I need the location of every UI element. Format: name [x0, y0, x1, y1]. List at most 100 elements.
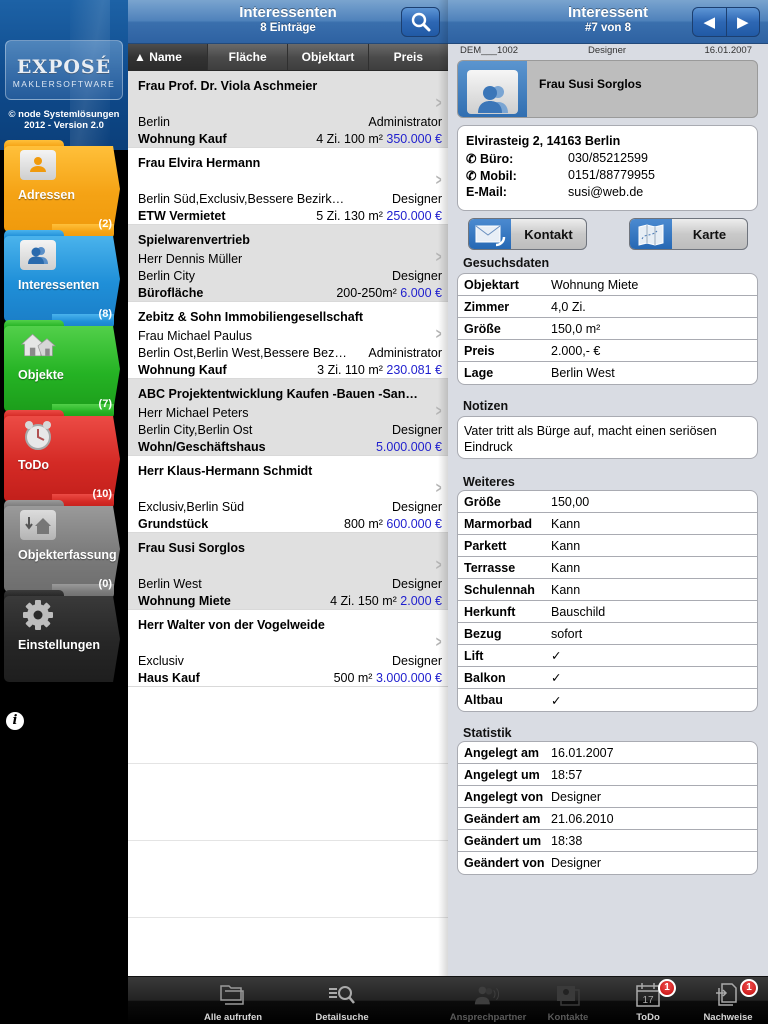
- list-item[interactable]: Frau Susi Sorglos Berlin West Designer Wohn…: [128, 533, 448, 610]
- interessenten-list-panel: Interessenten 8 Einträge ▲ Name Fläche O…: [128, 0, 448, 976]
- contact-label-text: Büro:: [479, 152, 514, 166]
- sort-flaeche-button[interactable]: Fläche: [208, 44, 289, 70]
- field-label: Größe: [464, 321, 501, 336]
- sidebar-item-todo[interactable]: ToDo (10): [4, 410, 126, 508]
- sidebar-item-einstellungen[interactable]: Einstellungen: [4, 590, 126, 688]
- field-value: Bauschild: [551, 604, 606, 619]
- weiteres-row: Parkett Kann: [458, 535, 757, 557]
- list-item-title: Frau Susi Sorglos: [138, 541, 245, 555]
- field-value: 21.06.2010: [551, 811, 614, 826]
- tab-alle-aufrufen[interactable]: Alle aufrufen: [188, 977, 278, 1024]
- list-item-type: Bürofläche: [138, 286, 204, 300]
- weiteres-row: Altbau ✓: [458, 689, 757, 711]
- address: Elvirasteig 2, 14163 Berlin: [466, 134, 621, 148]
- list-item[interactable]: ABC Projektentwicklung Kaufen -Bauen -Sa…: [128, 379, 448, 456]
- contact-value[interactable]: susi@web.de: [568, 185, 643, 202]
- sidebar-item-adressen[interactable]: Adressen (2): [4, 140, 126, 238]
- field-value: 2.000,- €: [551, 343, 601, 358]
- logo-subtitle: MAKLERSOFTWARE: [12, 79, 116, 89]
- sort-objektart-button[interactable]: Objektart: [288, 44, 369, 70]
- field-label: Herkunft: [464, 604, 516, 619]
- copyright-line-1: © node Systemlösungen: [8, 109, 120, 120]
- record-navigation: ◀ ▶: [692, 7, 760, 37]
- list-item[interactable]: Zebitz & Sohn Immobiliengesellschaft Frau…: [128, 302, 448, 379]
- app-logo: EXPOSÉ MAKLERSOFTWARE: [5, 40, 123, 100]
- sidebar-item-objekterfassung[interactable]: Objekterfassung (0): [4, 500, 126, 598]
- people-icon: [467, 70, 518, 114]
- address-card-icon: [20, 150, 56, 180]
- map-icon: [630, 219, 672, 249]
- list-item-user: Designer: [391, 423, 442, 437]
- list-item-type: ETW Vermietet: [138, 209, 226, 223]
- field-value: Kann: [551, 516, 581, 531]
- next-record-button[interactable]: ▶: [727, 8, 760, 36]
- list-item-type: Wohnung Kauf: [138, 363, 227, 377]
- sidebar-item-label: Objekte: [18, 368, 64, 382]
- contact-button-label: Kontakt: [524, 227, 573, 242]
- weiteres-row: Größe 150,00: [458, 491, 757, 513]
- list-item[interactable]: Herr Klaus-Hermann Schmidt Exclusiv,Berli…: [128, 456, 448, 533]
- tab-detailsuche[interactable]: Detailsuche: [297, 977, 387, 1024]
- contact-line: ✆ Büro: 030/85212599: [466, 151, 749, 168]
- houses-icon: [20, 330, 56, 360]
- list-item-title: Herr Klaus-Hermann Schmidt: [138, 464, 313, 478]
- field-label: Geändert um: [464, 833, 542, 848]
- gesuch-row: Objektart Wohnung Miete: [458, 274, 757, 296]
- list-item-specs: 3 Zi. 110 m²: [317, 363, 383, 377]
- notes-field[interactable]: Vater tritt als Bürge auf, macht einen s…: [457, 416, 758, 459]
- record-meta: DEM___1002 Designer 16.01.2007: [448, 44, 768, 60]
- contact-list: ✆ Büro: 030/85212599 ✆ Mobil: 0151/88779955…: [466, 151, 749, 202]
- sidebar-item-interessenten[interactable]: Interessenten (8): [4, 230, 126, 328]
- field-label: Größe: [464, 494, 501, 509]
- field-value: Wohnung Miete: [551, 277, 639, 292]
- tab-todo[interactable]: 17 1 ToDo: [603, 977, 693, 1024]
- list-item[interactable]: Spielwarenvertrieb Herr Dennis Müller Berl…: [128, 225, 448, 302]
- sort-preis-button[interactable]: Preis: [369, 44, 448, 70]
- person-name: Frau Susi Sorglos: [539, 77, 642, 91]
- list-item-area: Berlin West: [138, 577, 202, 591]
- list-item-title: Herr Walter von der Vogelweide: [138, 618, 325, 632]
- weiteres-row: Lift ✓: [458, 645, 757, 667]
- field-label: Objektart: [464, 277, 519, 292]
- contact-value[interactable]: 030/85212599: [568, 151, 648, 168]
- gesuch-row: Lage Berlin West: [458, 362, 757, 384]
- field-label: Terrasse: [464, 560, 516, 575]
- contact-button[interactable]: Kontakt: [468, 218, 587, 250]
- tab-label: Alle aufrufen: [203, 1012, 263, 1023]
- sidebar-item-label: Interessenten: [18, 278, 100, 292]
- list-item[interactable]: Frau Prof. Dr. Viola Aschmeier Berlin Admi…: [128, 71, 448, 148]
- interessent-detail-panel: Interessent #7 von 8 ◀ ▶ DEM___1002 Desi…: [448, 0, 768, 976]
- tab-label: Detailsuche: [315, 1012, 369, 1023]
- statistik-heading: Statistik: [463, 726, 512, 740]
- sort-name-button[interactable]: ▲ Name: [128, 44, 208, 70]
- list-item-title: Frau Elvira Hermann: [138, 156, 261, 170]
- field-value: sofort: [551, 626, 583, 641]
- list-item-contact: Herr Michael Peters: [138, 406, 249, 420]
- list-item-user: Designer: [391, 500, 442, 514]
- list-item-price: 6.000 €: [400, 286, 442, 300]
- previous-record-button[interactable]: ◀: [693, 8, 727, 36]
- field-label: Preis: [464, 343, 495, 358]
- detail-navbar: Interessent #7 von 8 ◀ ▶: [448, 0, 768, 44]
- contact-value[interactable]: 0151/88779955: [568, 168, 655, 185]
- contact-persons-icon: [473, 981, 503, 1009]
- list-item[interactable]: Frau Elvira Hermann Berlin Süd,Exclusiv,B…: [128, 148, 448, 225]
- list-item[interactable]: Herr Walter von der Vogelweide Exclusiv De…: [128, 610, 448, 687]
- list-item-area: Exclusiv: [138, 654, 184, 668]
- sidebar-item-count: (7): [98, 398, 112, 410]
- tab-nachweise[interactable]: 1 Nachweise: [683, 977, 768, 1024]
- map-button[interactable]: Karte: [629, 218, 748, 250]
- tab-label: Nachweise: [703, 1012, 753, 1023]
- list-item-title: Spielwarenvertrieb: [138, 233, 250, 247]
- tab-kontakte: Kontakte: [523, 977, 613, 1024]
- gesuch-row: Größe 150,0 m²: [458, 318, 757, 340]
- field-label: Geändert von: [464, 856, 545, 870]
- statistik-table: Angelegt am 16.01.2007 Angelegt um 18:57 Ang…: [457, 741, 758, 875]
- sidebar-item-objekte[interactable]: Objekte (7): [4, 320, 126, 418]
- info-icon[interactable]: i: [6, 712, 24, 730]
- list-item-user: Designer: [391, 269, 442, 283]
- search-button[interactable]: [401, 7, 440, 37]
- statistik-row: Angelegt von Designer: [458, 786, 757, 808]
- statistik-row: Geändert um 18:38: [458, 830, 757, 852]
- field-value: Kann: [551, 582, 581, 597]
